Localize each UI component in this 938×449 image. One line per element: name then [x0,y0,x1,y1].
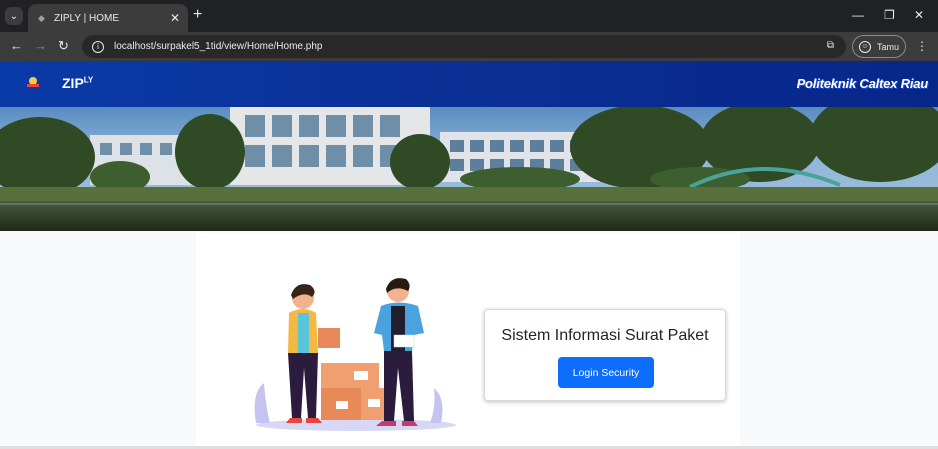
browser-tab-active[interactable]: ◆ ZIPLY | HOME ✕ [28,4,188,32]
site-navbar: ZIPLY Politeknik Caltex Riau [0,61,938,107]
profile-avatar-icon: ☺ [859,40,871,53]
favicon-icon: ◆ [38,13,45,23]
site-info-icon[interactable]: i [92,40,104,53]
browser-toolbar: ← → ↻ i localhost/surpakel5_1tid/view/Ho… [0,32,938,61]
address-bar[interactable]: i localhost/surpakel5_1tid/view/Home/Hom… [82,35,846,58]
browser-menu-icon[interactable]: ⋮ [916,39,928,53]
tab-title: ZIPLY | HOME [54,12,120,24]
brand-text: ZIP [62,75,84,91]
main-content: Sistem Informasi Surat Paket Login Secur… [196,233,740,449]
back-icon[interactable]: ← [10,38,23,53]
close-window-icon[interactable]: ✕ [914,8,924,22]
login-card: Sistem Informasi Surat Paket Login Secur… [484,309,726,401]
brand-superscript: LY [83,75,94,85]
minimize-icon[interactable]: — [852,8,864,22]
profile-label: Tamu [877,41,900,52]
profile-button[interactable]: ☺ Tamu [852,35,906,58]
brand-link[interactable]: ZIPLY [62,75,93,91]
web-page: ZIPLY Politeknik Caltex Riau Sistem Info… [0,61,938,449]
close-tab-icon[interactable]: ✕ [170,11,180,25]
campus-photo [0,107,938,231]
delivery-illustration [254,278,456,431]
chevron-down-icon: ⌄ [9,10,19,22]
forward-icon[interactable]: → [34,38,47,53]
card-title: Sistem Informasi Surat Paket [501,327,709,344]
restore-icon[interactable]: ❐ [884,8,895,22]
institution-text: Politeknik Caltex Riau [796,76,929,91]
translate-icon[interactable]: ⧉ [827,40,834,51]
reload-icon[interactable]: ↻ [58,38,69,54]
browser-tabstrip: ⌄ ◆ ZIPLY | HOME ✕ + — ❐ ✕ [0,0,938,32]
login-security-button[interactable]: Login Security [558,357,654,388]
url-text: localhost/surpakel5_1tid/view/Home/Home.… [114,41,323,52]
site-logo-icon [24,75,42,89]
new-tab-button[interactable]: + [193,6,202,24]
institution-logo: Politeknik Caltex Riau [796,76,929,91]
campus-banner-image [0,107,938,231]
tab-search-button[interactable]: ⌄ [5,7,23,25]
